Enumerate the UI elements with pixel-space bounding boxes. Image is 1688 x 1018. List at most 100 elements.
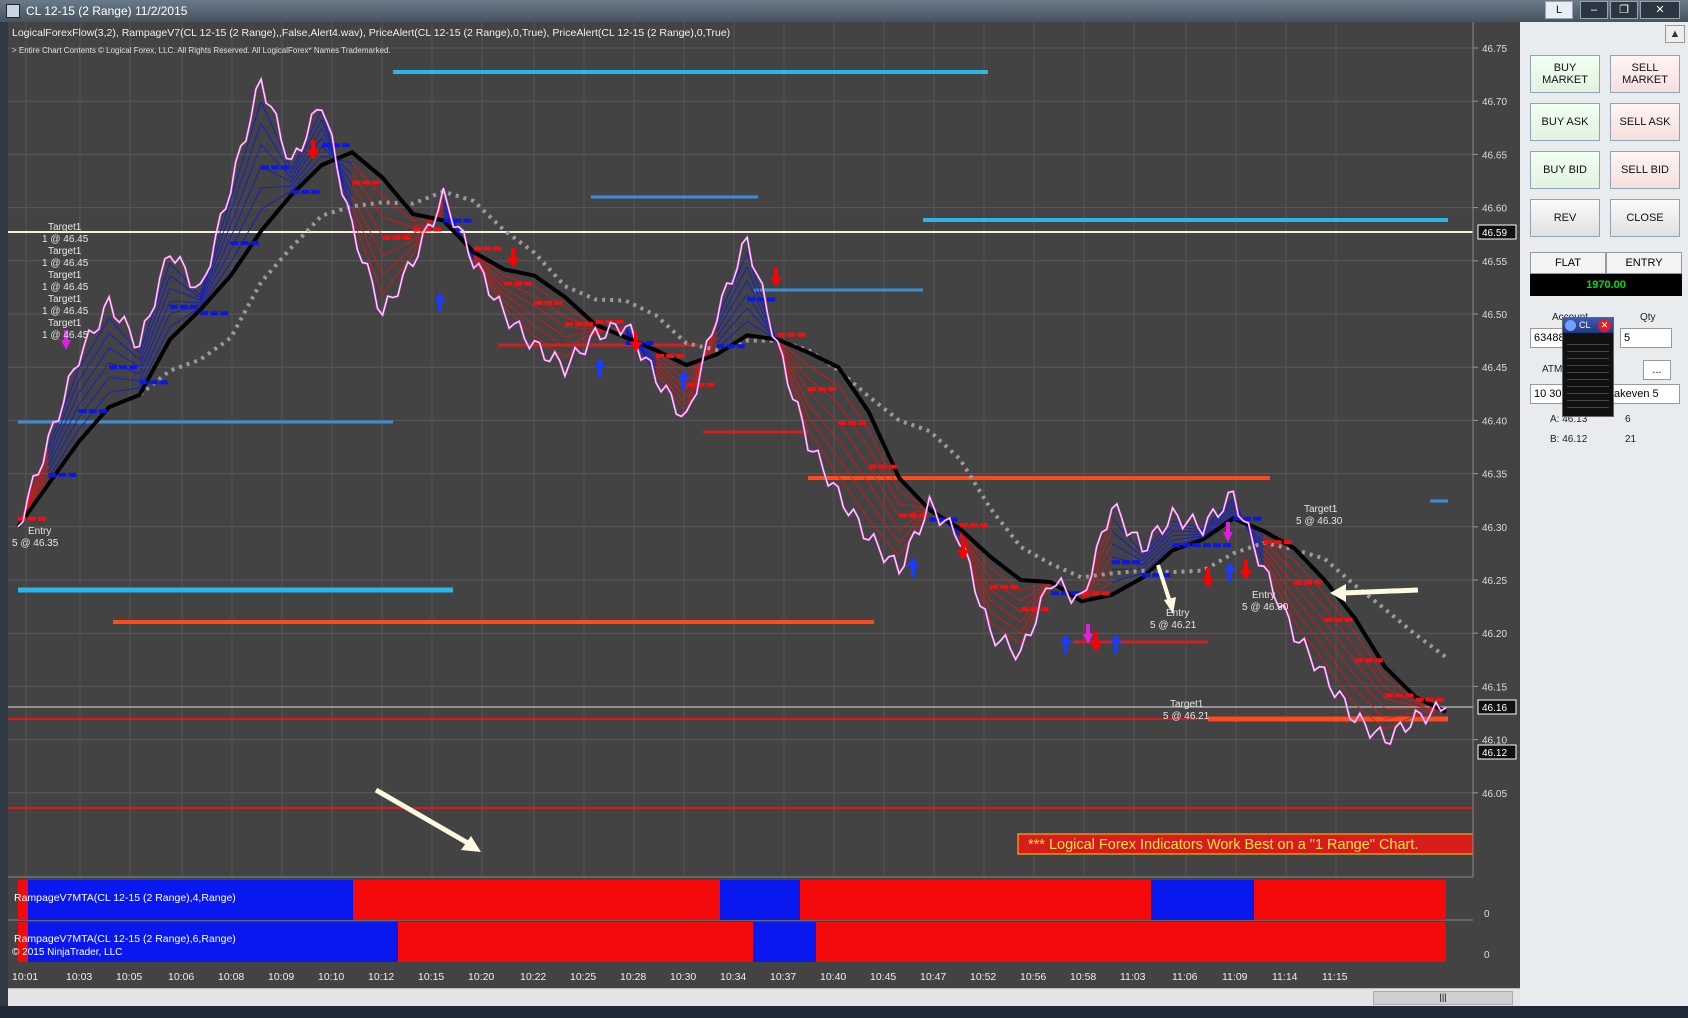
signal-dot <box>382 235 391 240</box>
atm-more-button[interactable]: ... <box>1643 360 1671 380</box>
buy-market-button[interactable]: BUY MARKET <box>1530 55 1600 93</box>
time-tick-label: 10:47 <box>920 971 946 983</box>
time-tick-label: 10:20 <box>468 971 494 983</box>
ribbon-segment <box>1385 708 1416 710</box>
price-chart[interactable]: LogicalForexFlow(3,2), RampageV7(CL 12-1… <box>8 22 1520 988</box>
time-tick-label: 10:40 <box>820 971 846 983</box>
price-tick-label: 46.05 <box>1482 789 1507 800</box>
signal-dot <box>220 311 229 316</box>
signal-dot <box>1222 543 1231 548</box>
buy-bid-button[interactable]: BUY BID <box>1530 151 1600 189</box>
price-tick-label: 46.30 <box>1482 523 1507 534</box>
target-stack-label: Target1 <box>48 270 82 281</box>
price-marker-text: 46.12 <box>1482 748 1507 759</box>
chart-scrollbar[interactable]: ||| <box>8 988 1520 1006</box>
target-stack-label: Target1 <box>48 318 82 329</box>
mta-panel-4-label: RampageV7MTA(CL 12-15 (2 Range),4,Range) <box>14 892 236 904</box>
signal-dot <box>1243 516 1252 521</box>
signal-dot <box>1051 591 1060 596</box>
signal-dot <box>666 354 675 359</box>
chart-trader-panel: ▲ BUY MARKET SELL MARKET BUY ASK SELL AS… <box>1520 22 1688 1018</box>
time-tick-label: 10:22 <box>520 971 546 983</box>
signal-dot <box>1091 591 1100 596</box>
time-tick-label: 10:12 <box>368 971 394 983</box>
window-title-bar: CL 12-15 (2 Range) 11/2/2015 L – ❐ ✕ <box>0 0 1688 22</box>
signal-dot <box>827 386 836 391</box>
close-window-button[interactable]: ✕ <box>1640 1 1680 19</box>
mta-panel-6-zero: 0 <box>1484 950 1490 961</box>
signal-dot <box>929 517 938 522</box>
time-tick-label: 10:52 <box>970 971 996 983</box>
pnl-display: 1970.00 <box>1530 274 1682 296</box>
signal-dot <box>1283 540 1292 545</box>
time-tick-label: 10:58 <box>1070 971 1096 983</box>
signal-dot <box>524 281 533 286</box>
signal-dot <box>463 218 472 223</box>
mini-chart-popup[interactable]: CL ✕ <box>1562 317 1614 417</box>
restore-button[interactable]: ❐ <box>1610 1 1638 19</box>
signal-dot <box>98 409 107 414</box>
signal-dot <box>1314 580 1323 585</box>
price-tick-label: 46.15 <box>1482 682 1507 693</box>
chart-area[interactable]: LogicalForexFlow(3,2), RampageV7(CL 12-1… <box>8 22 1520 988</box>
signal-dot <box>848 421 857 426</box>
entry-status: ENTRY <box>1606 252 1682 274</box>
entry-mid-detail: 5 @ 46.21 <box>1150 620 1197 631</box>
time-tick-label: 10:09 <box>268 971 294 983</box>
target-stack-detail: 1 @ 46.45 <box>42 330 89 341</box>
signal-dot <box>281 165 290 170</box>
signal-dot <box>706 382 715 387</box>
time-tick-label: 10:28 <box>620 971 646 983</box>
target-stack-detail: 1 @ 46.45 <box>42 234 89 245</box>
time-tick-label: 10:56 <box>1020 971 1046 983</box>
signal-dot <box>959 523 968 528</box>
signal-dot <box>352 180 361 185</box>
minimize-button[interactable]: – <box>1580 1 1608 19</box>
signal-dot <box>109 365 118 370</box>
time-tick-label: 10:15 <box>418 971 444 983</box>
target-stack-detail: 1 @ 46.45 <box>42 282 89 293</box>
reverse-button[interactable]: REV <box>1530 199 1600 237</box>
signal-dot <box>1000 584 1009 589</box>
sell-bid-button[interactable]: SELL BID <box>1610 151 1680 189</box>
mta-panel-4-zero: 0 <box>1484 909 1490 920</box>
taskbar <box>0 1006 1688 1018</box>
signal-dot <box>230 241 239 246</box>
quantity-stepper[interactable]: 5 <box>1620 328 1672 348</box>
signal-dot <box>250 241 259 246</box>
price-tick-label: 46.50 <box>1482 310 1507 321</box>
signal-dot <box>534 300 543 305</box>
target-mid-label: Target1 <box>1170 699 1204 710</box>
signal-dot <box>909 513 918 518</box>
signal-dot <box>1263 540 1272 545</box>
price-tick-label: 46.45 <box>1482 363 1507 374</box>
time-tick-label: 11:03 <box>1120 971 1146 983</box>
entry-right-label: Entry <box>1252 590 1275 601</box>
buy-ask-button[interactable]: BUY ASK <box>1530 103 1600 141</box>
signal-dot <box>362 180 371 185</box>
close-position-button[interactable]: CLOSE <box>1610 199 1680 237</box>
signal-dot <box>200 311 209 316</box>
signal-dot <box>1344 617 1353 622</box>
signal-dot <box>858 421 867 426</box>
target-stack-label: Target1 <box>48 222 82 233</box>
sell-market-button[interactable]: SELL MARKET <box>1610 55 1680 93</box>
signal-dot <box>311 189 320 194</box>
signal-dot <box>210 311 219 316</box>
signal-dot <box>656 354 665 359</box>
collapse-panel-button[interactable]: ▲ <box>1665 25 1685 43</box>
signal-dot <box>139 380 148 385</box>
sell-ask-button[interactable]: SELL ASK <box>1610 103 1680 141</box>
link-button[interactable]: L <box>1545 1 1573 19</box>
popup-ladder <box>1567 338 1609 412</box>
signal-dot <box>1131 560 1140 565</box>
popup-close-icon[interactable]: ✕ <box>1598 319 1611 332</box>
atm-strategy-select[interactable]: akeven 5 <box>1610 384 1680 404</box>
signal-dot <box>1324 617 1333 622</box>
mta-bear-segment <box>353 880 720 920</box>
price-tick-label: 46.25 <box>1482 576 1507 587</box>
atm-stop-select[interactable]: 10 30 <box>1530 384 1566 404</box>
signal-dot <box>767 297 776 302</box>
price-tick-label: 46.70 <box>1482 97 1507 108</box>
scrollbar-thumb[interactable]: ||| <box>1373 991 1513 1005</box>
